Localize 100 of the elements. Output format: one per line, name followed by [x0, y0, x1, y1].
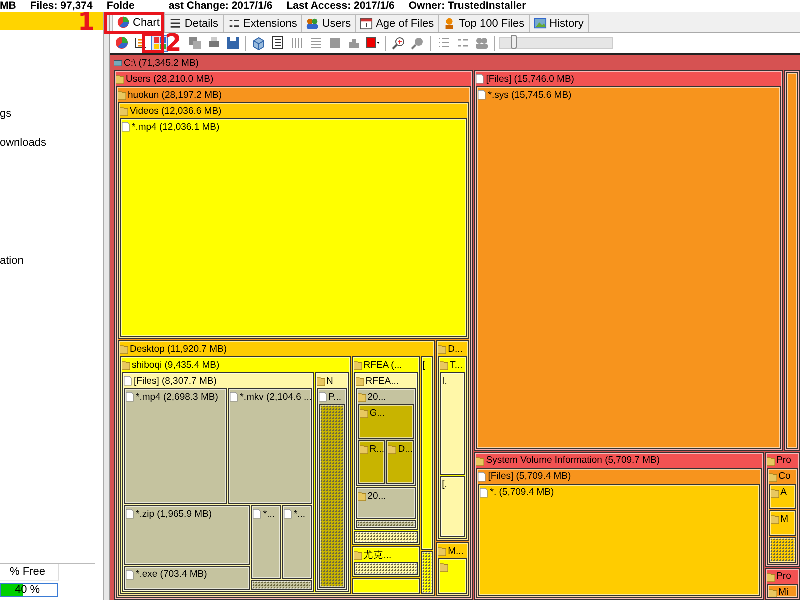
node-label: *...: [294, 508, 306, 520]
folder-block[interactable]: [438, 558, 468, 594]
node-label: 20...: [368, 392, 386, 403]
file-block[interactable]: *...: [282, 505, 312, 580]
file-block[interactable]: *...: [251, 505, 281, 580]
node-label: Users (28,210.0 MB): [126, 74, 214, 84]
folder-block[interactable]: T... I. [.: [438, 356, 468, 540]
folder-block[interactable]: Mi: [766, 584, 798, 598]
folder-block[interactable]: [.: [440, 476, 466, 538]
small-files-block[interactable]: [354, 562, 418, 576]
folder-icon: [768, 588, 777, 597]
tree-item[interactable]: gs: [0, 105, 103, 123]
folder-icon: [770, 514, 779, 524]
landscape-icon: [534, 17, 547, 30]
folder-block[interactable]: M: [768, 510, 796, 536]
tab[interactable]: Users: [301, 14, 356, 32]
info-text: ast Change: 2017/1/6: [168, 0, 273, 12]
folder-block[interactable]: D... T... I. [.: [436, 340, 470, 542]
tree-item[interactable]: ownloads: [0, 134, 103, 152]
folder-block[interactable]: G...: [358, 404, 414, 440]
small-files-block[interactable]: [420, 551, 434, 594]
folder-icon: [388, 444, 396, 454]
tree-item[interactable]: ation: [0, 252, 103, 270]
users-icon: [474, 36, 488, 50]
tab[interactable]: Age of Files: [355, 14, 440, 32]
small-files-block[interactable]: [356, 520, 416, 528]
node-label: A: [780, 487, 787, 498]
node-label: Co: [778, 471, 791, 482]
copy-icon: [188, 36, 202, 50]
column-header[interactable]: % Free: [0, 564, 59, 581]
info-text: Files: 97,374: [30, 0, 93, 12]
folder-icon: [440, 360, 448, 370]
folder-icon: [354, 360, 362, 370]
folder-block[interactable]: 20...: [356, 487, 416, 519]
file-block[interactable]: *.sys (15,745.6 MB): [476, 86, 782, 449]
folder-block[interactable]: N P...: [314, 372, 349, 592]
file-icon: [124, 376, 132, 386]
node-label: Desktop (11,920.7 MB): [130, 344, 227, 355]
folder-block[interactable]: System Volume Information (5,709.7 MB) [Files] (5,709.4 MB) *. (5,709.4 MB): [474, 452, 764, 600]
folder-icon: [768, 472, 777, 482]
folder-block[interactable]: [118, 340, 436, 596]
file-icon: [284, 509, 292, 520]
file-block[interactable]: *. (5,709.4 MB): [478, 484, 760, 596]
folder-block[interactable]: Videos (12,036.6 MB) *.mp4 (12,036.1 MB): [118, 102, 470, 340]
toolbar-button[interactable]: [224, 34, 241, 52]
file-block[interactable]: *.zip (1,965.9 MB): [124, 505, 250, 565]
folder-block[interactable]: Co A M: [766, 468, 798, 565]
folder-block[interactable]: 尤克...: [352, 546, 420, 578]
node-label: [Files] (8,307.7 MB): [134, 376, 217, 387]
small-files-block[interactable]: [354, 531, 418, 544]
folder-block[interactable]: A: [768, 484, 796, 510]
file-block[interactable]: *.mp4 (2,698.3 MB): [124, 388, 228, 504]
folder-icon: [358, 491, 366, 502]
node-label: T...: [450, 360, 463, 371]
file-icon: [126, 509, 134, 520]
small-files-block[interactable]: [251, 580, 312, 590]
folder-block[interactable]: Pro Mi: [764, 568, 800, 600]
node-label: [: [422, 360, 426, 371]
cube-icon: [252, 36, 266, 50]
file-block[interactable]: P...: [316, 388, 347, 590]
toolbar-button[interactable]: [390, 34, 407, 52]
node-label: *.exe (703.4 MB): [136, 569, 208, 580]
file-block[interactable]: *.exe (703.4 MB): [124, 566, 250, 590]
folder-icon: [476, 456, 484, 466]
zoom-slider[interactable]: [499, 37, 613, 49]
node-label: *.mp4 (12,036.1 MB): [132, 122, 220, 132]
node-label: 尤克...: [364, 548, 392, 562]
pie-chart-icon: [117, 16, 130, 29]
file-icon: [253, 509, 262, 520]
folder-block[interactable]: M...: [436, 542, 470, 596]
node-label: G...: [370, 408, 386, 419]
toolbar-button[interactable]: [113, 34, 130, 52]
slider-thumb[interactable]: [511, 35, 518, 49]
file-icon: [318, 392, 326, 402]
folder-block[interactable]: [352, 578, 420, 594]
folder-block[interactable]: [: [420, 356, 434, 550]
node-label: *.mp4 (2,698.3 MB): [136, 392, 218, 403]
toolbar-button[interactable]: [364, 34, 381, 52]
folder-icon: [440, 562, 448, 572]
small-files-block[interactable]: [768, 537, 796, 563]
document-icon: [270, 36, 284, 50]
node-label: *.zip (1,965.9 MB): [136, 508, 212, 520]
file-block[interactable]: [Files] (5,709.4 MB) *. (5,709.4 MB): [476, 468, 762, 598]
node-label: M...: [448, 546, 464, 557]
node-label: [.: [442, 479, 448, 490]
tab[interactable]: Top 100 Files: [438, 14, 530, 32]
small-files-block[interactable]: [318, 404, 345, 588]
node-label: Pro: [776, 571, 792, 582]
file-icon: [230, 392, 238, 402]
node-label: Mi: [778, 587, 789, 597]
file-icon: [126, 570, 134, 580]
selected-row[interactable]: [0, 12, 103, 30]
folder-icon: [122, 360, 130, 370]
folder-block[interactable]: I.: [440, 372, 466, 475]
folder-block[interactable]: Pro Co A M: [764, 452, 800, 567]
file-block[interactable]: [Files] (15,746.0 MB) *.sys (15,745.6 MB): [474, 70, 784, 451]
file-block[interactable]: *.mp4 (12,036.1 MB): [120, 118, 468, 338]
printer-icon: [206, 36, 220, 50]
tab[interactable]: History: [528, 14, 589, 32]
node-label: I.: [442, 376, 448, 387]
